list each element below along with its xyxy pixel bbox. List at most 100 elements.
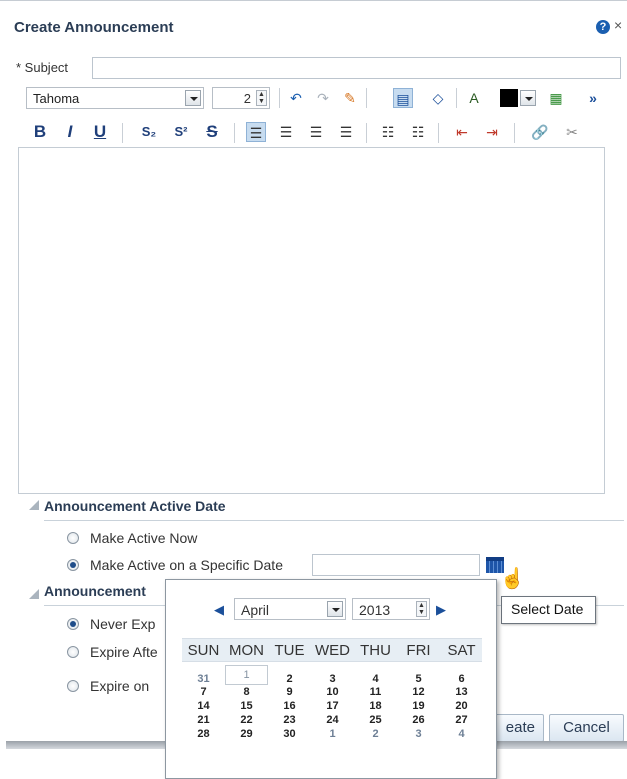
collapse-triangle-icon[interactable]: [29, 589, 39, 599]
calendar-day[interactable]: 22: [225, 714, 268, 726]
calendar-day[interactable]: 4: [354, 673, 397, 685]
eraser-icon[interactable]: ✎: [340, 88, 360, 108]
collapse-triangle-icon[interactable]: [29, 500, 39, 510]
calendar-day[interactable]: 20: [440, 700, 483, 712]
more-icon[interactable]: »: [583, 88, 603, 108]
radio-make-active-now[interactable]: [67, 532, 79, 544]
day-of-week-header: SUN MON TUE WED THU FRI SAT: [182, 638, 482, 662]
radio-make-active-specific-date[interactable]: [67, 559, 79, 571]
calendar-day[interactable]: 19: [397, 700, 440, 712]
toolbar-divider: [366, 123, 367, 143]
calendar-day[interactable]: 5: [397, 673, 440, 685]
calendar-day[interactable]: 28: [182, 728, 225, 740]
calendar-day[interactable]: 23: [268, 714, 311, 726]
undo-icon[interactable]: ↶: [286, 88, 306, 108]
cancel-button[interactable]: Cancel: [549, 714, 624, 742]
spinner-icon[interactable]: ▲ ▼: [256, 90, 267, 106]
link-icon[interactable]: 🔗: [530, 122, 550, 142]
unlink-icon[interactable]: ✂: [562, 122, 582, 142]
dow-label: FRI: [406, 642, 431, 659]
calendar-day-today[interactable]: 1: [225, 665, 268, 685]
source-code-icon[interactable]: ◇: [428, 88, 448, 108]
calendar-day[interactable]: 31: [182, 673, 225, 685]
chevron-down-icon[interactable]: [520, 90, 536, 106]
bold-button[interactable]: B: [30, 122, 50, 142]
calendar-day[interactable]: 3: [311, 673, 354, 685]
calendar-day[interactable]: 3: [397, 728, 440, 740]
calendar-day[interactable]: 2: [354, 728, 397, 740]
rich-text-editor[interactable]: [18, 147, 605, 494]
previous-month-icon[interactable]: ◀: [214, 602, 224, 618]
never-expire-label: Never Exp: [90, 616, 156, 632]
expire-on-label: Expire on: [90, 678, 150, 694]
expiration-header[interactable]: Announcement: [44, 583, 146, 599]
rich-text-mode-icon[interactable]: ▤: [393, 88, 413, 108]
superscript-button[interactable]: S²: [168, 122, 194, 142]
calendar-day[interactable]: 29: [225, 728, 268, 740]
calendar-day[interactable]: 13: [440, 686, 483, 698]
underline-button[interactable]: U: [90, 122, 110, 142]
calendar-day[interactable]: 16: [268, 700, 311, 712]
active-date-header[interactable]: Announcement Active Date: [44, 498, 226, 514]
align-left-icon[interactable]: ☰: [246, 122, 266, 142]
italic-button[interactable]: I: [60, 122, 80, 142]
calendar-day[interactable]: 6: [440, 673, 483, 685]
calendar-day[interactable]: 17: [311, 700, 354, 712]
dow-label: SUN: [187, 642, 220, 659]
numbered-list-icon[interactable]: ☷: [408, 122, 428, 142]
dow-label: THU: [360, 642, 391, 659]
dow-label: WED: [315, 642, 350, 659]
calendar-day[interactable]: 11: [354, 686, 397, 698]
bulleted-list-icon[interactable]: ☷: [378, 122, 398, 142]
year-stepper[interactable]: 2013 ▲ ▼: [352, 598, 430, 620]
calendar-day[interactable]: 4: [440, 728, 483, 740]
next-month-icon[interactable]: ▶: [436, 602, 446, 618]
spinner-icon[interactable]: ▲ ▼: [416, 601, 427, 617]
toolbar-divider: [438, 123, 439, 143]
radio-expire-on[interactable]: [67, 680, 79, 692]
outdent-icon[interactable]: ⇤: [452, 122, 472, 142]
background-color-icon[interactable]: A: [464, 88, 484, 108]
justify-icon[interactable]: ☰: [336, 122, 356, 142]
chevron-down-icon[interactable]: [327, 601, 343, 617]
calendar-day[interactable]: 25: [354, 714, 397, 726]
font-size-stepper[interactable]: 2 ▲ ▼: [212, 87, 270, 109]
calendar-day[interactable]: 26: [397, 714, 440, 726]
strikethrough-button[interactable]: S: [202, 122, 222, 142]
calendar-day[interactable]: 2: [268, 673, 311, 685]
font-color-swatch[interactable]: [500, 89, 518, 107]
font-family-select[interactable]: Tahoma: [26, 87, 204, 109]
radio-expire-after[interactable]: [67, 646, 79, 658]
dow-label: SAT: [447, 642, 476, 659]
calendar-day[interactable]: 27: [440, 714, 483, 726]
subject-input[interactable]: [92, 57, 621, 79]
calendar-day[interactable]: 15: [225, 700, 268, 712]
calendar-day[interactable]: 1: [311, 728, 354, 740]
calendar-day[interactable]: 8: [225, 686, 268, 698]
toolbar-divider: [122, 123, 123, 143]
calendar-day[interactable]: 14: [182, 700, 225, 712]
month-select[interactable]: April: [234, 598, 346, 620]
calendar-day[interactable]: 7: [182, 686, 225, 698]
radio-never-expire[interactable]: [67, 618, 79, 630]
close-icon[interactable]: ×: [614, 17, 622, 33]
calendar-day[interactable]: 12: [397, 686, 440, 698]
calendar-day[interactable]: 21: [182, 714, 225, 726]
indent-icon[interactable]: ⇥: [482, 122, 502, 142]
help-icon[interactable]: ?: [596, 20, 610, 34]
dow-label: TUE: [274, 642, 305, 659]
calendar-day[interactable]: 24: [311, 714, 354, 726]
chevron-down-icon[interactable]: [185, 90, 201, 106]
align-right-icon[interactable]: ☰: [306, 122, 326, 142]
color-grid-icon[interactable]: ▦: [546, 88, 566, 108]
calendar-day[interactable]: 9: [268, 686, 311, 698]
subscript-button[interactable]: S₂: [136, 122, 162, 142]
toolbar-divider: [514, 123, 515, 143]
calendar-day[interactable]: 30: [268, 728, 311, 740]
active-date-input[interactable]: [312, 554, 480, 576]
calendar-day[interactable]: 18: [354, 700, 397, 712]
redo-icon[interactable]: ↷: [313, 88, 333, 108]
align-center-icon[interactable]: ☰: [276, 122, 296, 142]
hand-cursor-icon: ☝: [500, 568, 525, 590]
calendar-day[interactable]: 10: [311, 686, 354, 698]
